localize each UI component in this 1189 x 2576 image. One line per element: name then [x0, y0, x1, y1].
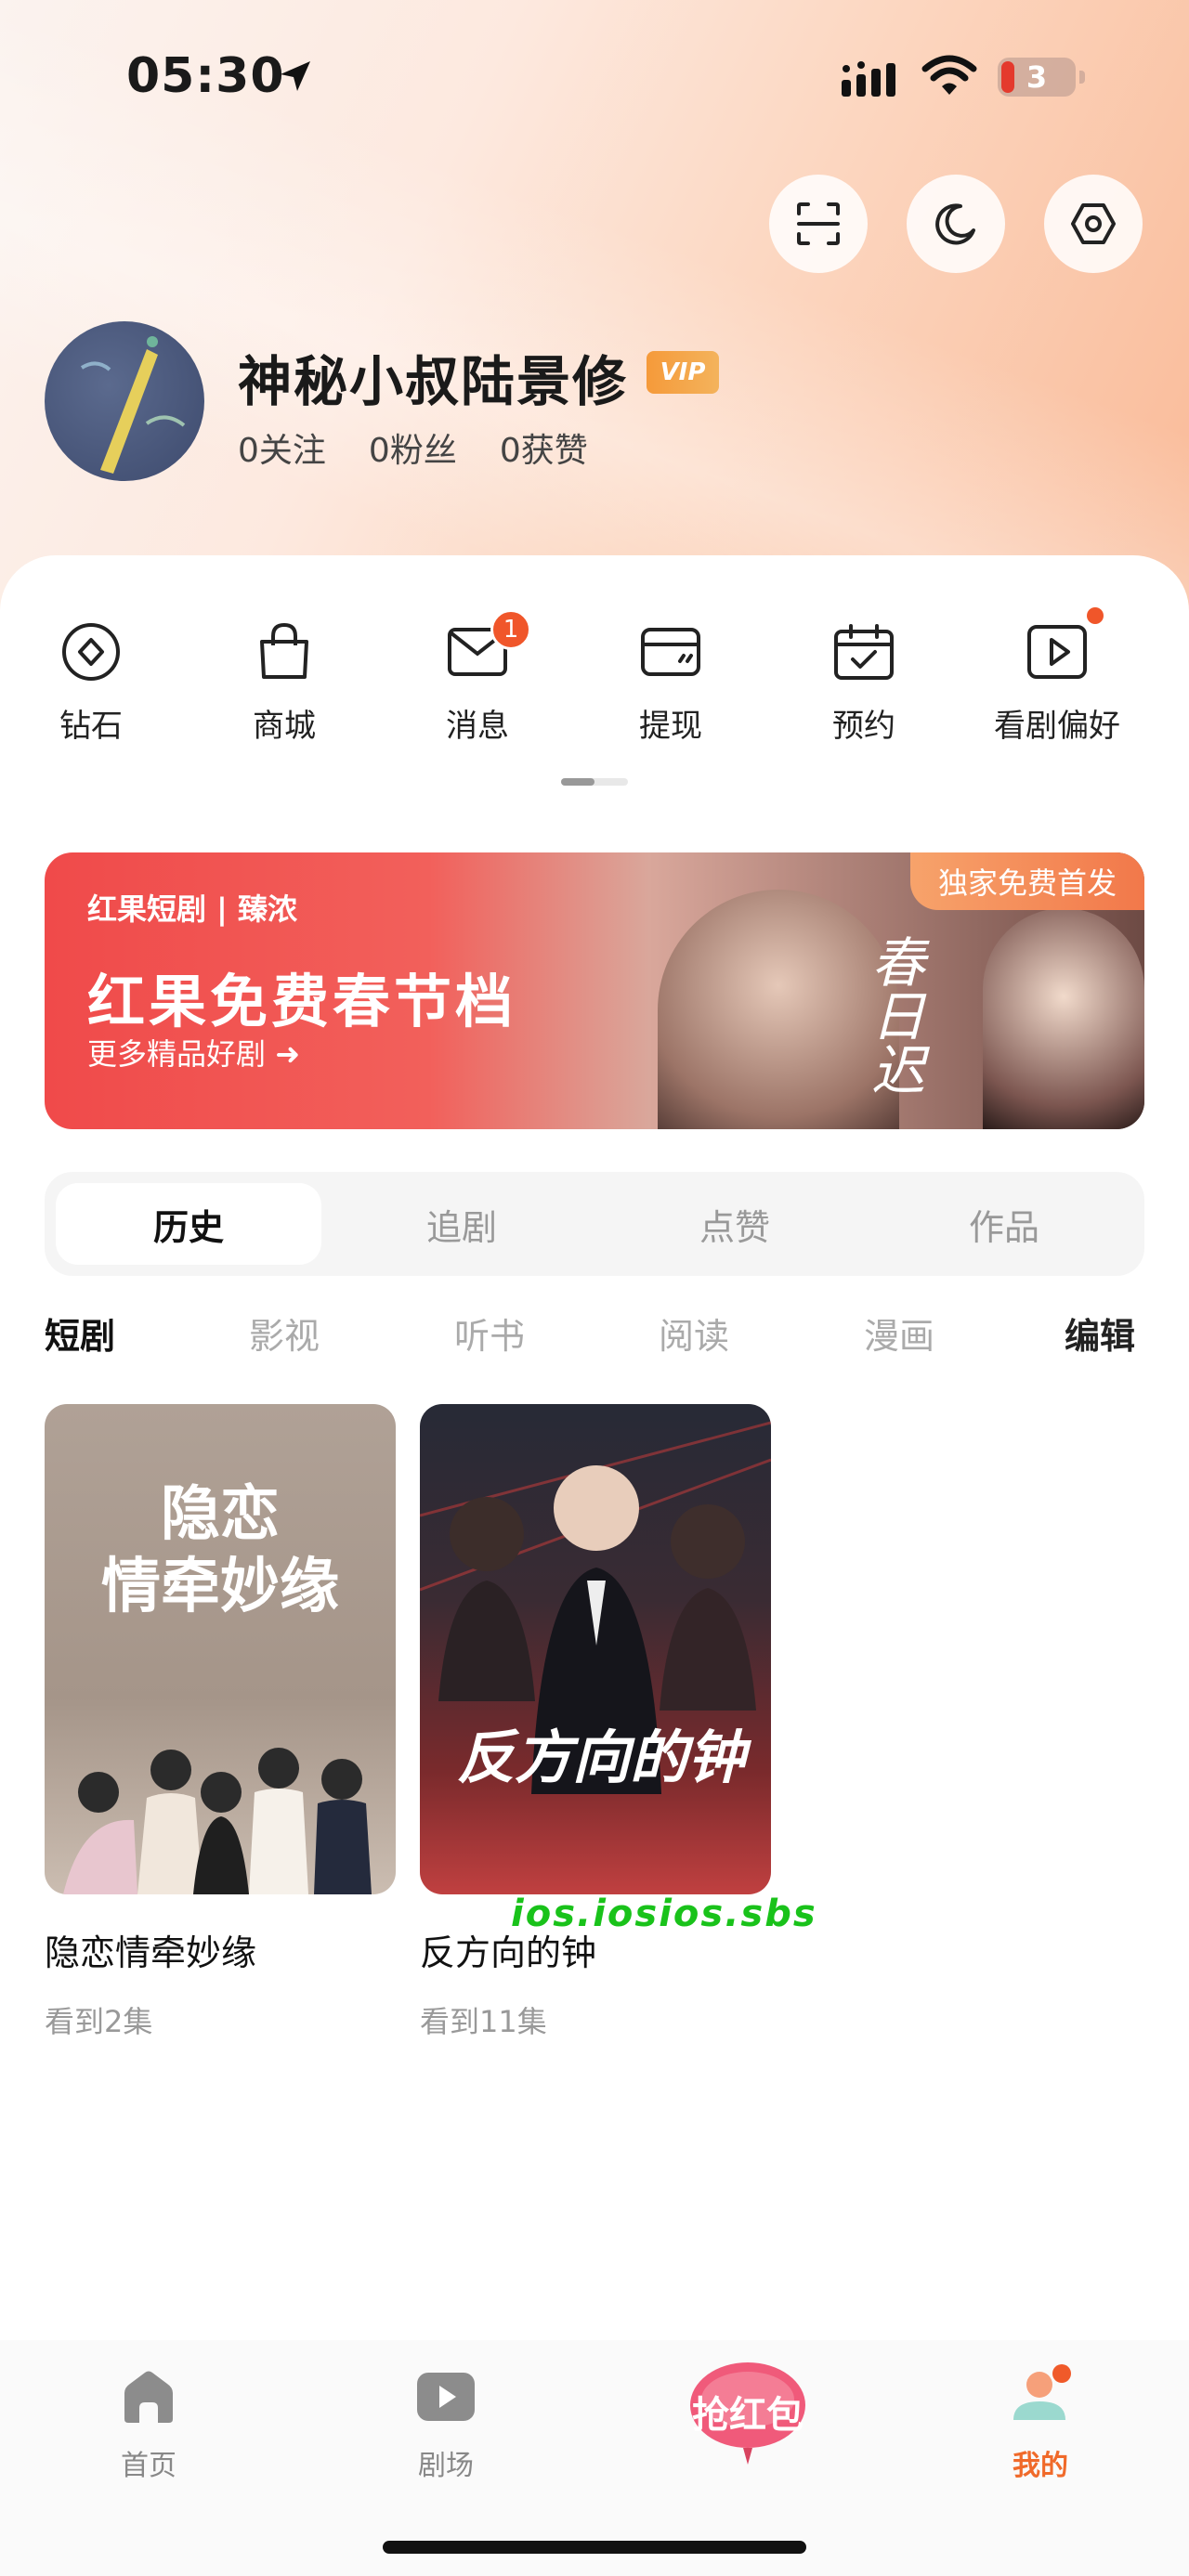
nav-label: 我的	[1013, 2450, 1068, 2482]
tab-history[interactable]: 历史	[56, 1183, 321, 1265]
quick-action-label: 商城	[253, 708, 316, 745]
quick-action-label: 钻石	[59, 708, 123, 745]
tab-following[interactable]: 追剧	[329, 1183, 594, 1265]
location-arrow-icon	[281, 61, 310, 91]
quick-action-diamond[interactable]: 钻石	[17, 618, 165, 746]
dark-mode-button[interactable]	[907, 175, 1005, 273]
poster-title: 反方向的钟	[457, 1724, 746, 1791]
history-item-poster[interactable]: 隐恋 情牵妙缘	[45, 1404, 396, 1894]
quick-action-reservation[interactable]: 预约	[790, 618, 938, 746]
red-packet-label: 抢红包	[692, 2394, 804, 2437]
banner-calligraphy: 春日迟	[862, 934, 925, 1096]
promo-banner[interactable]: 红果短剧 | 臻浓 红果免费春节档 更多精品好剧 ➜ 春日迟 独家免费首发	[45, 852, 1144, 1129]
quick-action-label: 看剧偏好	[994, 708, 1120, 745]
play-square-icon	[1027, 625, 1087, 679]
message-badge: 1	[490, 609, 531, 650]
history-item-title[interactable]: 隐恋情牵妙缘	[45, 1924, 256, 1975]
subtab-comics[interactable]: 漫画	[864, 1308, 934, 1359]
subtab-reading[interactable]: 阅读	[659, 1308, 729, 1359]
banner-tag: 独家免费首发	[909, 852, 1144, 910]
nav-label: 剧场	[418, 2450, 474, 2482]
poster-cast-image	[63, 1748, 372, 1894]
following-stat[interactable]: 0关注	[238, 423, 326, 472]
history-item-poster[interactable]: 反方向的钟	[420, 1404, 771, 1894]
history-item-progress: 看到11集	[420, 2004, 547, 2039]
history-item-progress: 看到2集	[45, 2004, 153, 2039]
subtab-short-drama[interactable]: 短剧	[45, 1308, 115, 1359]
avatar-image	[80, 336, 186, 474]
edit-button[interactable]: 编辑	[1065, 1308, 1135, 1359]
quick-action-mall[interactable]: 商城	[210, 618, 359, 746]
tab-likes[interactable]: 点赞	[602, 1183, 868, 1265]
profile-icon	[1013, 2364, 1071, 2420]
preferences-dot	[1087, 607, 1104, 624]
username: 神秘小叔陆景修	[238, 350, 629, 413]
cellular-signal-icon	[842, 61, 895, 97]
nav-home[interactable]: 首页	[74, 2364, 223, 2483]
arrow-right-icon: ➜	[275, 1036, 300, 1072]
avatar[interactable]	[45, 321, 204, 481]
banner-title: 红果免费春节档	[87, 968, 517, 1035]
quick-action-withdraw[interactable]: 提现	[596, 618, 745, 746]
library-tabs: 历史 追剧 点赞 作品	[45, 1172, 1144, 1276]
nav-red-packet[interactable]: 抢红包	[678, 2357, 817, 2468]
nav-profile[interactable]: 我的	[966, 2364, 1115, 2483]
poster-cast-image	[420, 1421, 771, 1794]
calendar-check-icon	[834, 624, 894, 680]
wallet-icon	[641, 628, 700, 676]
diamond-icon	[62, 623, 120, 681]
subtab-film[interactable]: 影视	[249, 1308, 320, 1359]
likes-stat[interactable]: 0获赞	[500, 423, 588, 472]
wifi-icon	[921, 55, 977, 95]
shopping-bag-icon	[260, 622, 308, 679]
quick-action-label: 消息	[446, 708, 509, 745]
quick-action-label: 预约	[832, 708, 895, 745]
status-time: 05:30	[126, 48, 285, 104]
home-icon	[124, 2371, 173, 2423]
watermark: ios.iosios.sbs	[511, 1893, 817, 1935]
tab-works[interactable]: 作品	[871, 1183, 1137, 1265]
banner-brand: 红果短剧 | 臻浓	[87, 891, 297, 927]
battery-level: 3	[1026, 59, 1048, 95]
battery-indicator: 3	[998, 58, 1085, 97]
play-icon	[417, 2373, 475, 2421]
status-bar: 05:30 3	[0, 0, 1189, 158]
settings-icon	[1071, 203, 1116, 244]
nav-label: 首页	[121, 2450, 176, 2482]
home-indicator[interactable]	[383, 2541, 806, 2554]
nav-theater[interactable]: 剧场	[372, 2364, 520, 2483]
followers-stat[interactable]: 0粉丝	[369, 423, 457, 472]
subtab-audiobook[interactable]: 听书	[454, 1308, 525, 1359]
quick-action-label: 提现	[639, 708, 702, 745]
banner-actress-image	[983, 908, 1144, 1129]
settings-button[interactable]	[1044, 175, 1143, 273]
moon-icon	[935, 203, 975, 245]
quick-action-preferences[interactable]: 看剧偏好	[983, 618, 1131, 746]
scan-button[interactable]	[769, 175, 868, 273]
vip-badge[interactable]: VIP	[647, 351, 719, 394]
poster-title: 隐恋 情牵妙缘	[101, 1480, 339, 1621]
quick-actions-pager[interactable]	[561, 778, 628, 786]
banner-subtitle: 更多精品好剧 ➜	[87, 1036, 300, 1072]
profile-stats: 0关注 0粉丝 0获赞	[238, 423, 588, 472]
scan-icon	[797, 202, 840, 245]
